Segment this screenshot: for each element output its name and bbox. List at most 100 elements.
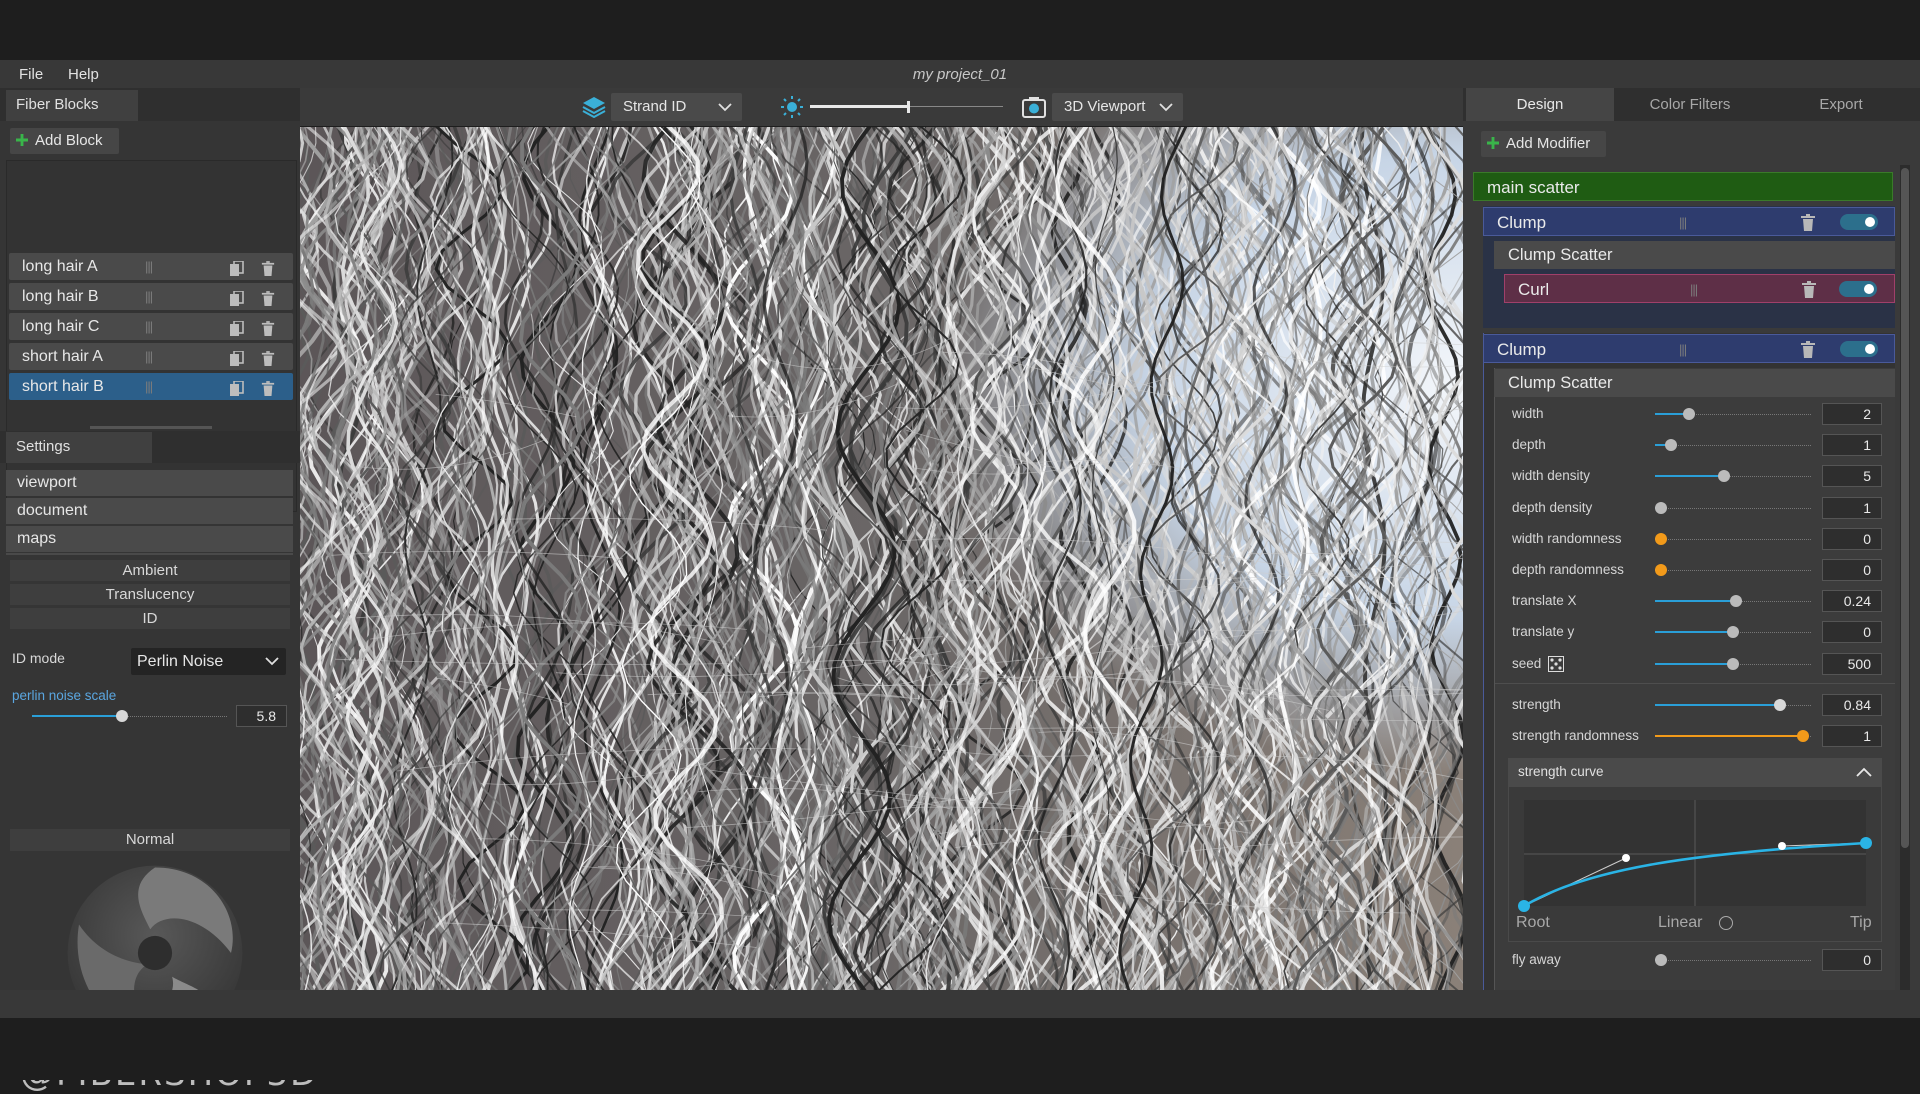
slider-handle[interactable] bbox=[1730, 595, 1743, 608]
fiber-block-item[interactable]: short hair B ||| bbox=[9, 373, 293, 400]
drag-handle-icon[interactable]: ||| bbox=[1679, 208, 1687, 237]
slider-handle[interactable] bbox=[1655, 501, 1668, 514]
slider-handle[interactable] bbox=[1717, 470, 1730, 483]
map-translucency[interactable]: Translucency bbox=[10, 584, 290, 605]
perlin-noise-slider[interactable] bbox=[32, 710, 227, 722]
param-value[interactable]: 5 bbox=[1822, 465, 1882, 488]
map-id[interactable]: ID bbox=[10, 608, 290, 629]
strength-curve-header[interactable]: strength curve bbox=[1508, 758, 1882, 786]
strength-curve-editor[interactable]: Root Linear Tip bbox=[1508, 786, 1882, 942]
param-value[interactable]: 0 bbox=[1822, 949, 1882, 971]
param-value[interactable]: 500 bbox=[1822, 652, 1882, 675]
param-slider[interactable] bbox=[1655, 699, 1811, 711]
clump-scatter-node-1[interactable]: Clump Scatter bbox=[1494, 241, 1895, 269]
param-value[interactable]: 2 bbox=[1822, 403, 1882, 425]
param-slider[interactable] bbox=[1655, 954, 1811, 966]
settings-item-viewport[interactable]: viewport bbox=[6, 470, 293, 496]
tab-export[interactable]: Export bbox=[1766, 88, 1916, 121]
duplicate-icon[interactable] bbox=[230, 379, 244, 396]
main-scatter-node[interactable]: main scatter bbox=[1473, 172, 1893, 201]
clump-node-1[interactable]: Clump ||| bbox=[1483, 207, 1895, 236]
tab-design[interactable]: Design bbox=[1466, 88, 1614, 121]
chevron-up-icon[interactable] bbox=[1856, 767, 1872, 777]
trash-icon[interactable] bbox=[261, 379, 275, 396]
trash-icon[interactable] bbox=[261, 259, 275, 276]
clump-1-toggle[interactable] bbox=[1840, 214, 1878, 230]
add-block-button[interactable]: Add Block bbox=[10, 128, 119, 154]
settings-item-document[interactable]: document bbox=[6, 498, 293, 524]
trash-icon[interactable] bbox=[1801, 281, 1817, 299]
param-slider[interactable] bbox=[1655, 439, 1811, 452]
drag-handle-icon[interactable]: ||| bbox=[145, 313, 153, 340]
fiber-block-item[interactable]: long hair C ||| bbox=[9, 313, 293, 340]
slider-handle[interactable] bbox=[1664, 439, 1677, 452]
slider-handle[interactable] bbox=[1773, 699, 1786, 711]
fiber-block-item[interactable]: long hair B ||| bbox=[9, 283, 293, 310]
map-normal[interactable]: Normal bbox=[10, 829, 290, 851]
linear-radio[interactable] bbox=[1719, 916, 1733, 930]
param-value[interactable]: 1 bbox=[1822, 434, 1882, 457]
param-value[interactable]: 1 bbox=[1822, 725, 1882, 747]
drag-handle-icon[interactable]: ||| bbox=[1690, 275, 1698, 304]
trash-icon[interactable] bbox=[261, 289, 275, 306]
scrollbar-thumb[interactable] bbox=[1901, 168, 1909, 848]
duplicate-icon[interactable] bbox=[230, 349, 244, 366]
param-value[interactable]: 0 bbox=[1822, 527, 1882, 550]
slider-handle[interactable] bbox=[1727, 657, 1739, 670]
fiber-block-item[interactable]: short hair A ||| bbox=[9, 343, 293, 370]
param-value[interactable]: 1 bbox=[1822, 496, 1882, 519]
id-mode-select[interactable]: Perlin Noise bbox=[131, 648, 286, 675]
drag-handle-icon[interactable]: ||| bbox=[145, 283, 153, 310]
param-value[interactable]: 0 bbox=[1822, 559, 1882, 581]
perlin-noise-value[interactable]: 5.8 bbox=[236, 705, 287, 727]
clump-scatter-node-2[interactable]: Clump Scatter bbox=[1494, 369, 1895, 397]
slider-handle[interactable] bbox=[1683, 408, 1696, 420]
curl-toggle[interactable] bbox=[1839, 281, 1877, 297]
slider-handle[interactable] bbox=[1797, 730, 1810, 742]
channel-select[interactable]: Strand ID bbox=[611, 93, 742, 121]
duplicate-icon[interactable] bbox=[230, 259, 244, 276]
fiber-blocks-tab[interactable]: Fiber Blocks bbox=[6, 90, 138, 121]
param-value[interactable]: 0.24 bbox=[1822, 590, 1882, 613]
tab-color-filters[interactable]: Color Filters bbox=[1615, 88, 1765, 121]
3d-viewport[interactable] bbox=[300, 127, 1463, 990]
brightness-slider[interactable] bbox=[810, 101, 1003, 113]
clump-2-toggle[interactable] bbox=[1840, 341, 1878, 357]
slider-handle[interactable] bbox=[115, 710, 128, 722]
menu-help[interactable]: Help bbox=[68, 60, 99, 88]
settings-item-maps[interactable]: maps bbox=[6, 526, 293, 552]
slider-handle[interactable] bbox=[1727, 626, 1739, 639]
clump-node-2[interactable]: Clump ||| bbox=[1483, 334, 1895, 363]
duplicate-icon[interactable] bbox=[230, 289, 244, 306]
slider-handle[interactable] bbox=[1655, 532, 1668, 545]
add-modifier-button[interactable]: Add Modifier bbox=[1481, 131, 1606, 157]
menu-file[interactable]: File bbox=[19, 60, 43, 88]
trash-icon[interactable] bbox=[261, 319, 275, 336]
map-ambient[interactable]: Ambient bbox=[10, 560, 290, 581]
param-slider[interactable] bbox=[1655, 626, 1811, 639]
camera-icon[interactable] bbox=[1022, 96, 1046, 118]
drag-handle-icon[interactable]: ||| bbox=[1679, 335, 1687, 364]
slider-handle[interactable] bbox=[1655, 564, 1668, 576]
slider-handle[interactable] bbox=[1655, 954, 1668, 966]
param-value[interactable]: 0 bbox=[1822, 621, 1882, 644]
random-seed-icon[interactable] bbox=[1548, 655, 1564, 672]
drag-handle-icon[interactable]: ||| bbox=[145, 343, 153, 370]
param-slider[interactable] bbox=[1655, 532, 1811, 545]
trash-icon[interactable] bbox=[1800, 341, 1816, 359]
drag-handle-icon[interactable]: ||| bbox=[145, 373, 153, 400]
param-slider[interactable] bbox=[1655, 408, 1811, 420]
param-slider[interactable] bbox=[1655, 595, 1811, 608]
trash-icon[interactable] bbox=[1800, 214, 1816, 232]
param-slider[interactable] bbox=[1655, 470, 1811, 483]
trash-icon[interactable] bbox=[261, 349, 275, 366]
param-value[interactable]: 0.84 bbox=[1822, 694, 1882, 716]
drag-handle-icon[interactable]: ||| bbox=[145, 253, 153, 280]
slider-handle[interactable] bbox=[906, 101, 910, 113]
fiber-block-item[interactable]: long hair A ||| bbox=[9, 253, 293, 280]
param-slider[interactable] bbox=[1655, 657, 1811, 670]
duplicate-icon[interactable] bbox=[230, 319, 244, 336]
param-slider[interactable] bbox=[1655, 501, 1811, 514]
curl-node[interactable]: Curl ||| bbox=[1504, 274, 1895, 303]
settings-tab[interactable]: Settings bbox=[6, 432, 152, 463]
